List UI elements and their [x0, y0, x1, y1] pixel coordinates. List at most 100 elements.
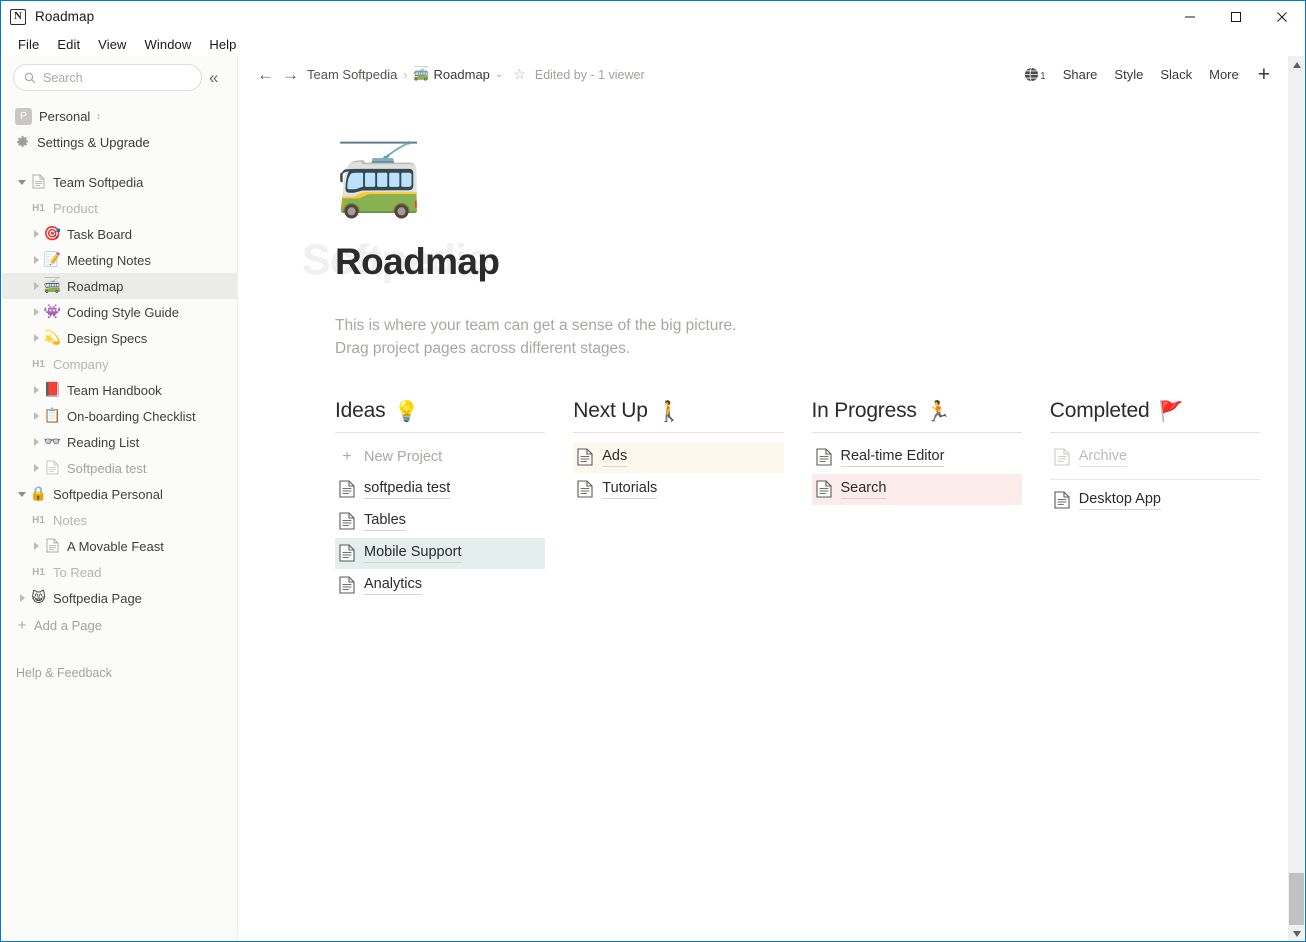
- disclosure-right-icon[interactable]: [29, 386, 43, 394]
- page-description: This is where your team can get a sense …: [335, 314, 1288, 361]
- board-card[interactable]: softpedia test: [335, 474, 545, 505]
- disclosure-right-icon[interactable]: [15, 594, 29, 602]
- board-card[interactable]: Archive: [1050, 442, 1260, 473]
- scroll-up-icon[interactable]: [1288, 56, 1305, 73]
- minimize-icon[interactable]: [1167, 1, 1213, 32]
- search-input[interactable]: Search: [13, 64, 202, 91]
- sidebar-item-a-movable-feast[interactable]: A Movable Feast: [2, 533, 237, 559]
- help-feedback-link[interactable]: Help & Feedback: [16, 666, 112, 680]
- sidebar-item-label: Softpedia Page: [53, 591, 142, 606]
- notion-icon-letter: N: [14, 11, 22, 22]
- sidebar-item-softpedia-page[interactable]: 😸Softpedia Page: [2, 585, 237, 611]
- disclosure-down-icon[interactable]: [15, 490, 29, 498]
- board-card[interactable]: Tutorials: [573, 474, 783, 505]
- menu-item-file[interactable]: File: [9, 35, 48, 54]
- breadcrumb-current[interactable]: Roadmap: [434, 67, 490, 82]
- add-page-button[interactable]: + Add a Page: [2, 612, 237, 638]
- sidebar-item-to-read[interactable]: H1To Read: [2, 559, 237, 585]
- sidebar-item-design-specs[interactable]: 💫Design Specs: [2, 325, 237, 351]
- sidebar-item-softpedia-test[interactable]: Softpedia test: [2, 455, 237, 481]
- column-header: Ideas💡: [335, 399, 545, 432]
- globe-icon[interactable]: 1: [1024, 67, 1046, 82]
- sidebar-item-meeting-notes[interactable]: 📝Meeting Notes: [2, 247, 237, 273]
- disclosure-right-icon[interactable]: [29, 230, 43, 238]
- card-label: Tutorials: [602, 479, 657, 498]
- page-description-line1: This is where your team can get a sense …: [335, 314, 1288, 337]
- board-card[interactable]: Desktop App: [1050, 485, 1260, 516]
- board-card[interactable]: Search: [812, 474, 1022, 505]
- sidebar-item-softpedia-personal[interactable]: 🔒Softpedia Personal: [2, 481, 237, 507]
- menu-item-help[interactable]: Help: [200, 35, 245, 54]
- column-cards: Ads Tutorials: [573, 433, 783, 505]
- page-icon: [1054, 448, 1070, 466]
- disclosure-down-icon[interactable]: [15, 178, 29, 186]
- avatar-letter: P: [20, 111, 27, 122]
- sidebar-item-product[interactable]: H1Product: [2, 195, 237, 221]
- board-card[interactable]: Mobile Support: [335, 538, 545, 569]
- new-project-button[interactable]: +New Project: [335, 442, 545, 473]
- sidebar-item-team-softpedia[interactable]: Team Softpedia: [2, 169, 237, 195]
- disclosure-right-icon[interactable]: [29, 256, 43, 264]
- share-button[interactable]: Share: [1063, 67, 1098, 82]
- disclosure-right-icon[interactable]: [29, 438, 43, 446]
- sidebar-item-personal[interactable]: P Personal ↕: [2, 103, 237, 129]
- sidebar-item-label: Notes: [53, 513, 87, 528]
- card-label: New Project: [364, 448, 442, 466]
- sidebar-item-roadmap[interactable]: 🚎Roadmap: [2, 273, 237, 299]
- sidebar-item-settings-upgrade[interactable]: Settings & Upgrade: [2, 129, 237, 155]
- disclosure-right-icon[interactable]: [29, 412, 43, 420]
- menu-bar: File Edit View Window Help: [1, 32, 1305, 56]
- slack-button[interactable]: Slack: [1160, 67, 1192, 82]
- board-card[interactable]: Tables: [335, 506, 545, 537]
- column-cards: +New Projectsoftpedia test Tables Mobile S…: [335, 433, 545, 601]
- add-page-label: Add a Page: [34, 618, 102, 633]
- disclosure-right-icon[interactable]: [29, 282, 43, 290]
- sidebar-item-reading-list[interactable]: 👓Reading List: [2, 429, 237, 455]
- collapse-sidebar-icon[interactable]: «: [209, 69, 216, 86]
- maximize-icon[interactable]: [1213, 1, 1259, 32]
- board-card[interactable]: Analytics: [335, 570, 545, 601]
- menu-item-window[interactable]: Window: [136, 35, 201, 54]
- board-column-completed: Completed🚩ArchiveDesktop App: [1050, 399, 1260, 601]
- menu-item-edit[interactable]: Edit: [48, 35, 89, 54]
- chevron-updown-icon[interactable]: ↕: [96, 112, 101, 121]
- board-card[interactable]: Ads: [573, 442, 783, 473]
- page-title[interactable]: Roadmap: [335, 241, 499, 283]
- disclosure-right-icon[interactable]: [29, 464, 43, 472]
- forward-icon[interactable]: →: [278, 66, 303, 83]
- more-button[interactable]: More: [1209, 67, 1239, 82]
- sidebar-item-on-boarding-checklist[interactable]: 📋On-boarding Checklist: [2, 403, 237, 429]
- search-icon: [24, 72, 36, 84]
- card-label: Tables: [364, 511, 406, 530]
- add-button[interactable]: +: [1258, 64, 1270, 85]
- column-emoji-icon: 🚶: [657, 399, 682, 423]
- scrollbar-thumb[interactable]: [1289, 873, 1304, 925]
- sidebar-item-label: Team Handbook: [67, 383, 162, 398]
- style-button[interactable]: Style: [1114, 67, 1143, 82]
- board-card[interactable]: Real-time Editor: [812, 442, 1022, 473]
- card-label: Ads: [602, 447, 627, 466]
- vertical-scrollbar[interactable]: [1287, 56, 1304, 942]
- scroll-down-icon[interactable]: [1288, 925, 1305, 942]
- sidebar-item-coding-style-guide[interactable]: 👾Coding Style Guide: [2, 299, 237, 325]
- sidebar-item-task-board[interactable]: 🎯Task Board: [2, 221, 237, 247]
- title-bar: N Roadmap: [1, 1, 1305, 32]
- disclosure-right-icon[interactable]: [29, 334, 43, 342]
- disclosure-right-icon[interactable]: [29, 542, 43, 550]
- chevron-down-icon[interactable]: ⌄: [495, 69, 503, 80]
- favorite-star-icon[interactable]: ☆: [513, 66, 526, 83]
- breadcrumb-parent[interactable]: Team Softpedia: [307, 67, 397, 82]
- column-cards: Archive Desktop App: [1050, 433, 1260, 516]
- disclosure-right-icon[interactable]: [29, 308, 43, 316]
- sidebar-item-notes[interactable]: H1Notes: [2, 507, 237, 533]
- sidebar-item-team-handbook[interactable]: 📕Team Handbook: [2, 377, 237, 403]
- column-title: Next Up: [573, 399, 647, 423]
- page-emoji-icon[interactable]: 🚎: [335, 145, 1288, 215]
- menu-item-view[interactable]: View: [89, 35, 135, 54]
- page-icon: [577, 480, 593, 498]
- sidebar-item-label: Roadmap: [67, 279, 123, 294]
- back-icon[interactable]: ←: [253, 66, 278, 83]
- page-icon: [339, 544, 355, 562]
- sidebar-item-company[interactable]: H1Company: [2, 351, 237, 377]
- close-icon[interactable]: [1259, 1, 1305, 32]
